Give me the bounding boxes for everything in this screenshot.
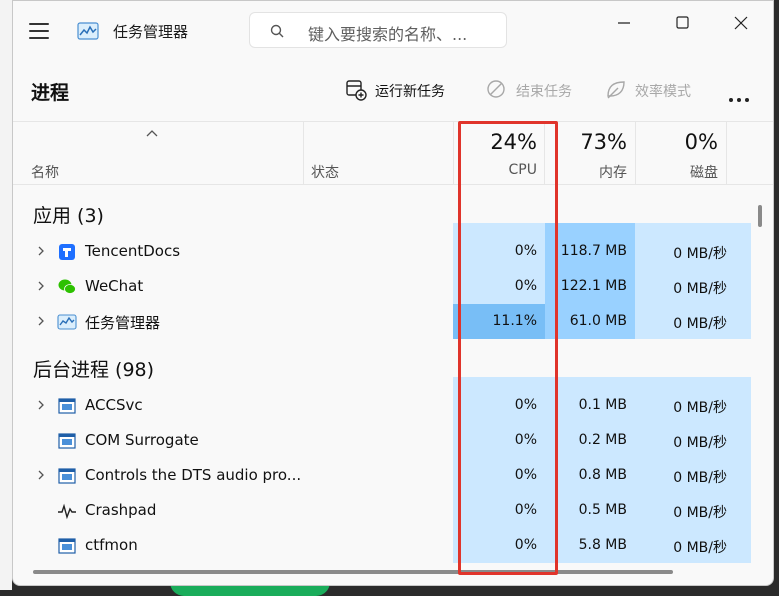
column-status[interactable]: 状态 [311, 162, 339, 182]
title-bar: 任务管理器 键入要搜索的名称、... [13, 1, 773, 61]
process-row-task-manager[interactable]: 任务管理器 11.1% 61.0 MB 0 MB/秒 [13, 304, 751, 339]
run-new-task-button[interactable]: 运行新任务 [345, 79, 455, 103]
task-manager-icon [77, 22, 99, 40]
process-list: 应用 (3) TencentDocs 0% 118.7 MB 0 MB/秒 We… [13, 185, 751, 563]
memory-cell: 0.2 MB [545, 423, 635, 458]
group-apps-header: 应用 (3) [33, 205, 104, 227]
menu-icon[interactable] [29, 23, 49, 39]
chevron-right-icon[interactable] [37, 315, 45, 327]
process-row-wechat[interactable]: WeChat 0% 122.1 MB 0 MB/秒 [13, 269, 751, 304]
group-background-header: 后台进程 (98) [33, 359, 155, 381]
background-window-edge [0, 0, 12, 590]
leaf-icon [607, 81, 625, 99]
chevron-right-icon[interactable] [37, 399, 45, 411]
disk-cell: 0 MB/秒 [635, 234, 751, 269]
column-divider [303, 122, 304, 185]
process-name: COM Surrogate [85, 431, 199, 449]
memory-cell: 0.8 MB [545, 458, 635, 493]
chevron-right-icon[interactable] [37, 280, 45, 292]
process-row-ctfmon[interactable]: ctfmon 0% 5.8 MB 0 MB/秒 [13, 528, 751, 563]
service-window-icon [58, 398, 76, 414]
process-name: TencentDocs [85, 242, 181, 260]
close-icon[interactable] [726, 11, 756, 35]
minimize-icon[interactable] [609, 11, 639, 35]
process-name: Crashpad [85, 501, 157, 519]
process-name: WeChat [85, 277, 144, 295]
cpu-column-highlight [458, 121, 558, 575]
task-manager-window: 任务管理器 键入要搜索的名称、... 进程 运行新任务 结束任务 效率模式 名称… [12, 0, 774, 586]
task-manager-icon [57, 314, 77, 330]
column-disk[interactable]: 磁盘 [635, 162, 718, 182]
process-name: ctfmon [85, 536, 138, 554]
app-title: 任务管理器 [113, 23, 189, 41]
memory-cell: 61.0 MB [545, 304, 635, 339]
disk-cell: 0 MB/秒 [635, 458, 751, 493]
service-window-icon [58, 538, 76, 554]
disk-cell: 0 MB/秒 [635, 304, 751, 339]
memory-cell: 122.1 MB [545, 269, 635, 304]
maximize-icon[interactable] [667, 11, 697, 35]
disk-cell: 0 MB/秒 [635, 388, 751, 423]
process-row-com-surrogate[interactable]: COM Surrogate 0% 0.2 MB 0 MB/秒 [13, 423, 751, 458]
process-name: 任务管理器 [85, 314, 161, 332]
end-task-button[interactable]: 结束任务 [486, 79, 586, 103]
chevron-right-icon[interactable] [37, 469, 45, 481]
end-task-icon [487, 80, 505, 98]
process-row-crashpad[interactable]: Crashpad 0% 0.5 MB 0 MB/秒 [13, 493, 751, 528]
efficiency-mode-label: 效率模式 [635, 84, 691, 100]
process-row-dts-audio[interactable]: Controls the DTS audio pro... 0% 0.8 MB … [13, 458, 751, 493]
disk-cell: 0 MB/秒 [635, 493, 751, 528]
horizontal-scrollbar[interactable] [33, 570, 673, 574]
page-title: 进程 [31, 82, 70, 104]
process-name: Controls the DTS audio pro... [85, 466, 302, 484]
disk-total-percent[interactable]: 0% [635, 130, 718, 154]
search-input[interactable]: 键入要搜索的名称、... [249, 12, 507, 48]
disk-cell: 0 MB/秒 [635, 269, 751, 304]
service-window-icon [58, 433, 76, 449]
chevron-right-icon[interactable] [37, 245, 45, 257]
process-row-accsvc[interactable]: ACCSvc 0% 0.1 MB 0 MB/秒 [13, 388, 751, 423]
memory-cell: 118.7 MB [545, 234, 635, 269]
process-name: ACCSvc [85, 396, 143, 414]
sort-chevron-up-icon[interactable] [145, 129, 159, 137]
end-task-label: 结束任务 [516, 84, 572, 100]
memory-cell: 0.5 MB [545, 493, 635, 528]
new-task-icon [346, 80, 367, 101]
memory-cell: 0.1 MB [545, 388, 635, 423]
disk-cell: 0 MB/秒 [635, 423, 751, 458]
memory-cell: 5.8 MB [545, 528, 635, 563]
vertical-scrollbar[interactable] [758, 205, 762, 227]
efficiency-mode-button[interactable]: 效率模式 [605, 79, 705, 103]
service-window-icon [58, 468, 76, 484]
process-row-tencentdocs[interactable]: TencentDocs 0% 118.7 MB 0 MB/秒 [13, 234, 751, 269]
column-header: 名称 状态 24% CPU 73% 内存 0% 磁盘 [13, 121, 773, 185]
more-options-icon[interactable] [729, 87, 753, 106]
search-icon [270, 24, 284, 38]
column-divider [726, 122, 727, 185]
tencent-docs-icon [59, 244, 75, 260]
disk-cell: 0 MB/秒 [635, 528, 751, 563]
search-placeholder: 键入要搜索的名称、... [308, 25, 468, 44]
run-new-task-label: 运行新任务 [375, 84, 445, 100]
wechat-icon [58, 279, 76, 294]
pulse-icon [58, 503, 76, 520]
column-name[interactable]: 名称 [31, 162, 59, 182]
